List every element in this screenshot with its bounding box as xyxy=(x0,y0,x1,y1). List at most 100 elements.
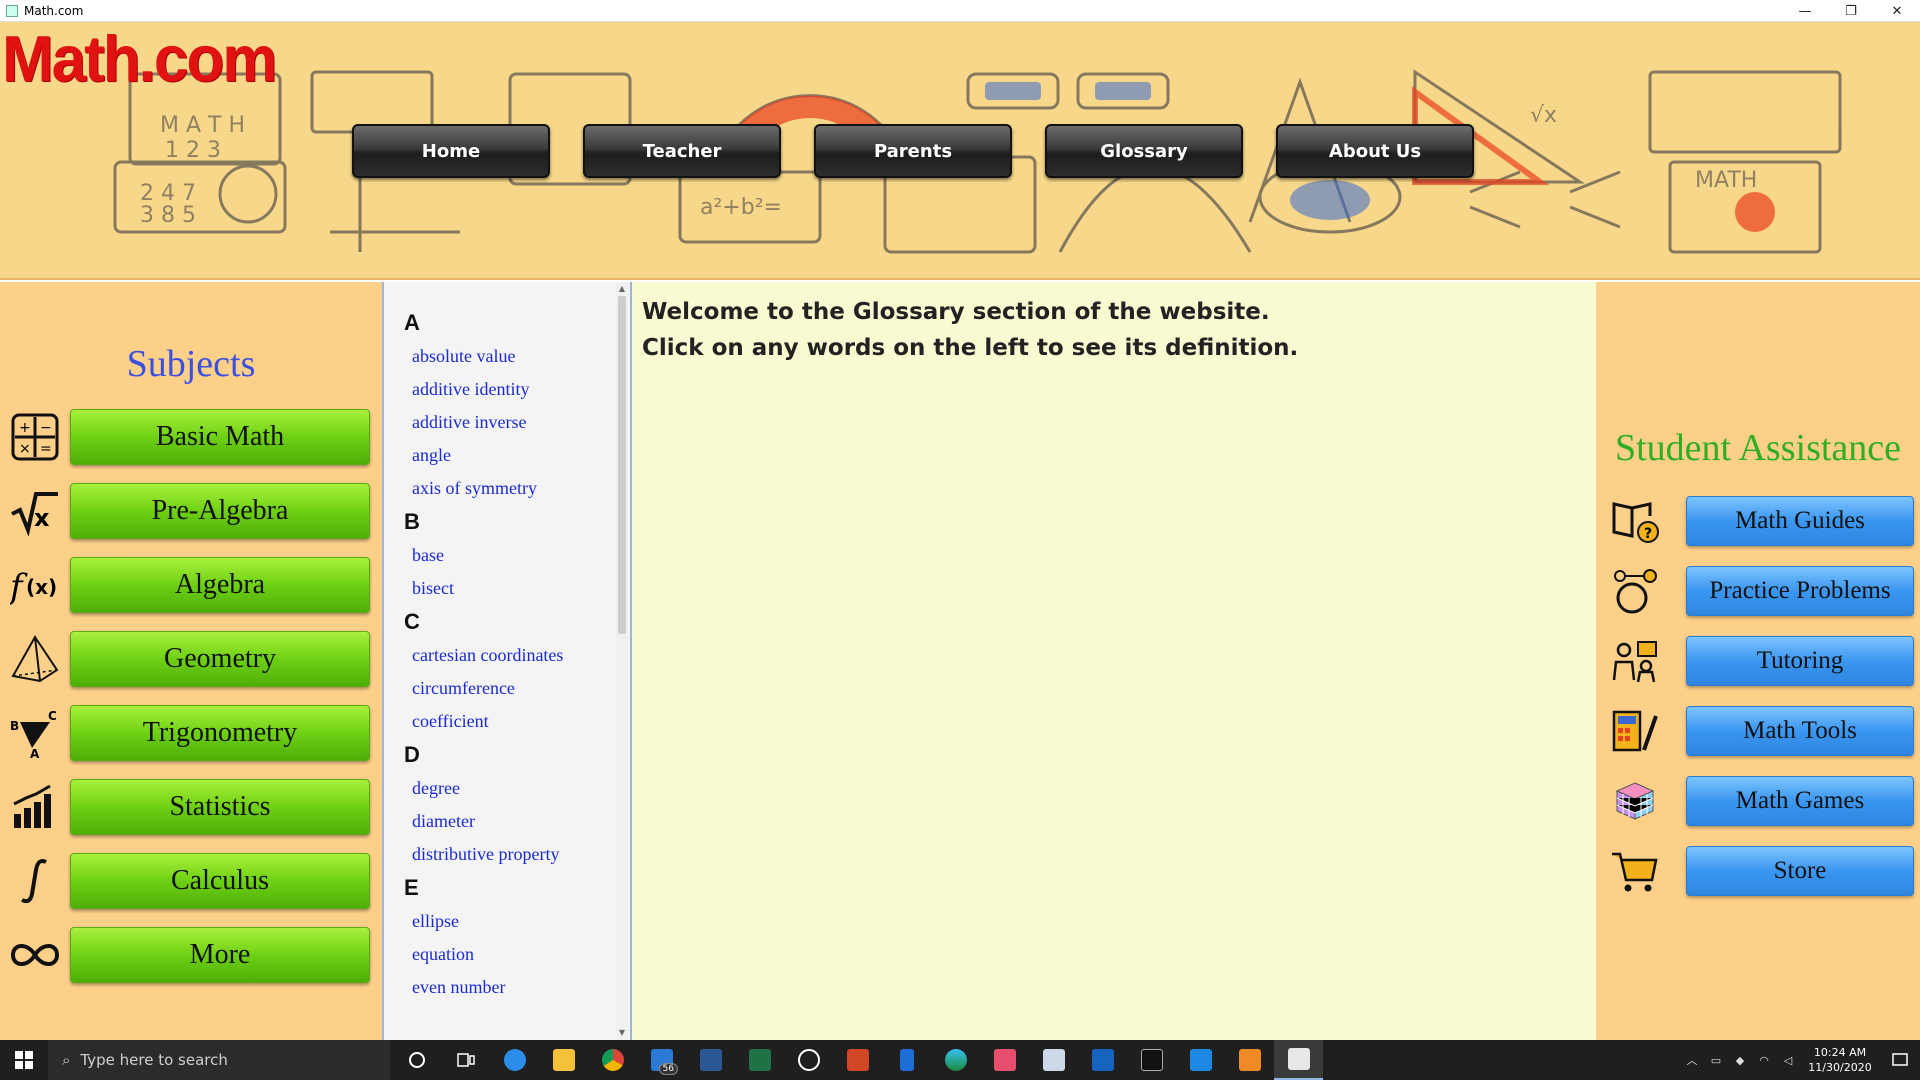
math-games-button[interactable]: Math Games xyxy=(1686,776,1914,826)
header-banner: M A T H 1 2 3 2 4 7 3 8 5 a²+b²= MATH √x… xyxy=(0,22,1920,280)
dropbox-icon[interactable]: ◆ xyxy=(1728,1040,1752,1080)
subject-row-more: More xyxy=(8,926,374,984)
cortana-icon[interactable] xyxy=(392,1040,441,1080)
chrome-icon[interactable] xyxy=(588,1040,637,1080)
glossary-letter-c: C xyxy=(404,609,420,634)
window-titlebar: Math.com — ❐ ✕ xyxy=(0,0,1920,22)
taskbar-clock[interactable]: 10:24 AM 11/30/2020 xyxy=(1800,1045,1880,1075)
glossary-word[interactable]: absolute value xyxy=(404,340,614,373)
glossary-scrollbar[interactable]: ▲ ▼ xyxy=(616,282,628,1040)
glossary-list-content: A absolute value additive identity addit… xyxy=(404,306,614,1004)
bluetooth-icon[interactable] xyxy=(882,1040,931,1080)
glossary-word[interactable]: diameter xyxy=(404,805,614,838)
calculus-button[interactable]: Calculus xyxy=(70,853,370,909)
system-tray: ︿ ▭ ◆ ◠ ◁ 10:24 AM 11/30/2020 xyxy=(1680,1040,1920,1080)
glossary-word[interactable]: angle xyxy=(404,439,614,472)
app-icon-cube[interactable] xyxy=(1029,1040,1078,1080)
tutor-icon xyxy=(1608,634,1662,688)
nav-home-button[interactable]: Home xyxy=(352,124,550,178)
task-view-icon[interactable] xyxy=(441,1040,490,1080)
geometry-button[interactable]: Geometry xyxy=(70,631,370,687)
svg-text:C: C xyxy=(48,709,57,723)
glossary-letter-e: E xyxy=(404,875,419,900)
app-icon-swirl[interactable] xyxy=(784,1040,833,1080)
glossary-word[interactable]: equation xyxy=(404,938,614,971)
close-button[interactable]: ✕ xyxy=(1874,0,1920,22)
chevron-up-icon[interactable]: ︿ xyxy=(1680,1040,1704,1080)
tutoring-button[interactable]: Tutoring xyxy=(1686,636,1914,686)
glossary-word[interactable]: degree xyxy=(404,772,614,805)
nav-about-us-button[interactable]: About Us xyxy=(1276,124,1474,178)
svg-text:B: B xyxy=(10,719,19,733)
store-button[interactable]: Store xyxy=(1686,846,1914,896)
file-explorer-icon[interactable] xyxy=(539,1040,588,1080)
statistics-button[interactable]: Statistics xyxy=(70,779,370,835)
assist-row-store: Store xyxy=(1608,844,1914,898)
mail-icon[interactable]: 56 xyxy=(637,1040,686,1080)
minimize-button[interactable]: — xyxy=(1782,0,1828,22)
taskbar-search-input[interactable]: ⌕ Type here to search xyxy=(48,1040,390,1080)
assist-row-math-guides: ? Math Guides xyxy=(1608,494,1914,548)
pre-algebra-button[interactable]: Pre-Algebra xyxy=(70,483,370,539)
assist-row-practice-problems: Practice Problems xyxy=(1608,564,1914,618)
algebra-button[interactable]: Algebra xyxy=(70,557,370,613)
trigonometry-button[interactable]: Trigonometry xyxy=(70,705,370,761)
function-icon: f (x) xyxy=(8,558,62,612)
edge-icon[interactable] xyxy=(931,1040,980,1080)
svg-text:x: x xyxy=(34,504,50,532)
word-icon[interactable] xyxy=(686,1040,735,1080)
glossary-word[interactable]: even number xyxy=(404,971,614,1004)
terminal-icon[interactable] xyxy=(1127,1040,1176,1080)
app-icon-red-window[interactable] xyxy=(980,1040,1029,1080)
triangle-icon: B C A xyxy=(8,706,62,760)
glossary-word[interactable]: base xyxy=(404,539,614,572)
glossary-word[interactable]: distributive property xyxy=(404,838,614,871)
vscode-icon[interactable] xyxy=(1176,1040,1225,1080)
nav-glossary-button[interactable]: Glossary xyxy=(1045,124,1243,178)
glossary-word[interactable]: circumference xyxy=(404,672,614,705)
battery-icon[interactable]: ▭ xyxy=(1704,1040,1728,1080)
nav-parents-button[interactable]: Parents xyxy=(814,124,1012,178)
site-logo[interactable]: Math.com xyxy=(2,22,277,97)
glossary-word[interactable]: cartesian coordinates xyxy=(404,639,614,672)
powerpoint-icon[interactable] xyxy=(833,1040,882,1080)
more-button[interactable]: More xyxy=(70,927,370,983)
maximize-button[interactable]: ❐ xyxy=(1828,0,1874,22)
app-icon-blue-dolphin[interactable] xyxy=(490,1040,539,1080)
glossary-word[interactable]: ellipse xyxy=(404,905,614,938)
thinking-head-icon xyxy=(1608,564,1662,618)
svg-text:√x: √x xyxy=(1530,103,1557,128)
windows-start-icon[interactable] xyxy=(0,1040,48,1080)
definition-text: Welcome to the Glossary section of the w… xyxy=(642,294,1298,366)
glossary-word[interactable]: additive identity xyxy=(404,373,614,406)
wifi-icon[interactable]: ◠ xyxy=(1752,1040,1776,1080)
student-assistance-panel: Student Assistance ? Math Guides Practic… xyxy=(1596,282,1920,1040)
app-icon-orange[interactable] xyxy=(1225,1040,1274,1080)
scrollbar-thumb[interactable] xyxy=(618,296,626,634)
clock-date: 11/30/2020 xyxy=(1808,1061,1872,1074)
excel-icon[interactable] xyxy=(735,1040,784,1080)
glossary-word[interactable]: axis of symmetry xyxy=(404,472,614,505)
practice-problems-button[interactable]: Practice Problems xyxy=(1686,566,1914,616)
glossary-word[interactable]: coefficient xyxy=(404,705,614,738)
glossary-word[interactable]: bisect xyxy=(404,572,614,605)
svg-text:M A T H: M A T H xyxy=(160,113,245,138)
math-guides-button[interactable]: Math Guides xyxy=(1686,496,1914,546)
app-icon-nx[interactable] xyxy=(1078,1040,1127,1080)
search-icon: ⌕ xyxy=(62,1051,71,1069)
assist-row-tutoring: Tutoring xyxy=(1608,634,1914,688)
java-app-icon[interactable] xyxy=(1274,1040,1323,1080)
basic-math-button[interactable]: Basic Math xyxy=(70,409,370,465)
calculator-ruler-icon xyxy=(1608,704,1662,758)
volume-icon[interactable]: ◁ xyxy=(1776,1040,1800,1080)
subjects-heading: Subjects xyxy=(126,343,256,385)
scroll-down-arrow-icon[interactable]: ▼ xyxy=(616,1026,628,1040)
scroll-up-arrow-icon[interactable]: ▲ xyxy=(616,282,628,296)
svg-text:a²+b²=: a²+b²= xyxy=(700,195,782,220)
svg-text:+: + xyxy=(19,420,31,436)
glossary-word[interactable]: additive inverse xyxy=(404,406,614,439)
taskbar-search-placeholder: Type here to search xyxy=(80,1051,228,1069)
nav-teacher-button[interactable]: Teacher xyxy=(583,124,781,178)
math-tools-button[interactable]: Math Tools xyxy=(1686,706,1914,756)
notification-icon[interactable] xyxy=(1880,1040,1920,1080)
